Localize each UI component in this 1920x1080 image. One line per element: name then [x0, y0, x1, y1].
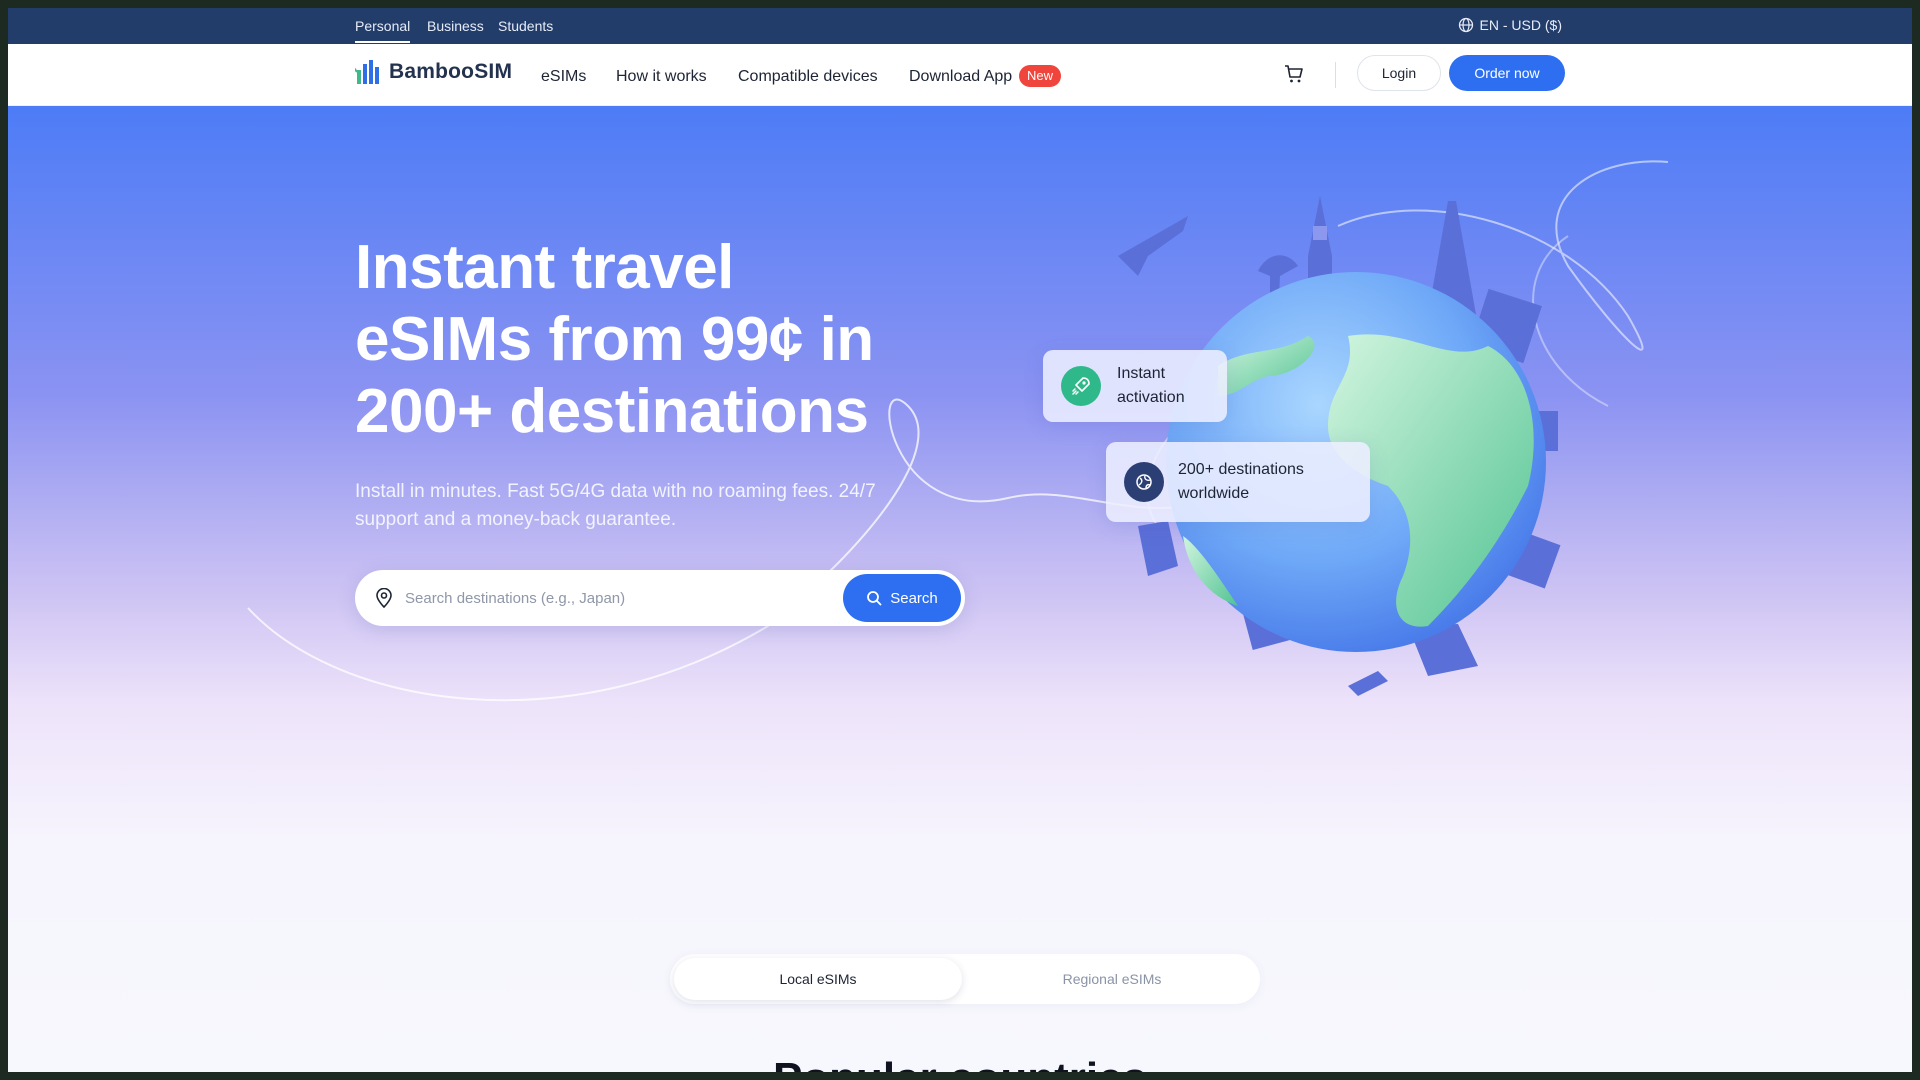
tab-local-esims[interactable]: Local eSIMs [674, 958, 962, 1000]
globe-icon [1136, 474, 1152, 490]
hero-title-line-3: 200+ destinations [355, 377, 869, 446]
feature-icon-wrap [1061, 366, 1101, 406]
segment-students[interactable]: Students [498, 18, 553, 34]
locale-label: EN - USD ($) [1479, 17, 1562, 33]
globe-icon [1458, 17, 1473, 33]
nav-esims[interactable]: eSIMs [541, 68, 586, 86]
popular-countries-title: Popular countries [8, 1054, 1912, 1072]
browser-viewport: Personal Business Students EN - USD ($) … [8, 8, 1912, 1072]
segment-personal[interactable]: Personal [355, 18, 411, 43]
feature-label-line-1: 200+ destinations [1178, 461, 1304, 478]
hero-section: Instant travel eSIMs from 99¢ in 200+ de… [8, 106, 1912, 1072]
nav-download-app[interactable]: Download App [909, 68, 1012, 86]
destination-search-input[interactable] [405, 582, 825, 614]
tab-regional-esims[interactable]: Regional eSIMs [968, 958, 1256, 1000]
hero-title-line-1: Instant travel [355, 233, 734, 302]
new-badge: New [1019, 65, 1062, 87]
header-divider [1335, 62, 1336, 88]
search-icon [867, 591, 882, 606]
hero-illustration [247, 160, 1669, 702]
rocket-icon [1072, 377, 1090, 395]
hero-subtitle: Install in minutes. Fast 5G/4G data with… [355, 481, 876, 530]
logo-text: BambooSIM [389, 60, 513, 83]
location-pin-icon [376, 588, 392, 608]
nav-how-it-works[interactable]: How it works [616, 68, 707, 86]
nav-compatible-devices[interactable]: Compatible devices [738, 68, 878, 86]
locale-selector[interactable]: EN - USD ($) [1458, 17, 1562, 33]
feature-icon-wrap [1124, 462, 1164, 502]
hero-title-line-2: eSIMs from 99¢ in [355, 305, 874, 374]
feature-destinations: 200+ destinations worldwide [1106, 442, 1370, 522]
main-header: BambooSIM eSIMs How it works Compatible … [8, 44, 1912, 106]
cart-button[interactable] [1284, 64, 1304, 89]
feature-instant-activation: Instant activation [1043, 350, 1227, 422]
login-button[interactable]: Login [1357, 55, 1441, 91]
cart-icon [1285, 65, 1303, 83]
esim-type-tabs: Local eSIMs Regional eSIMs [670, 954, 1260, 1004]
feature-label-line-2: worldwide [1178, 485, 1250, 502]
brand-logo[interactable]: BambooSIM [355, 58, 512, 86]
feature-label: Instant activation [1117, 365, 1185, 406]
search-button-label: Search [890, 589, 938, 607]
search-button[interactable]: Search [843, 574, 961, 622]
destination-search: Search [355, 570, 965, 626]
feature-label: 200+ destinations worldwide [1178, 458, 1304, 506]
hero-title: Instant travel eSIMs from 99¢ in 200+ de… [355, 232, 915, 448]
audience-bar: Personal Business Students EN - USD ($) [8, 8, 1912, 44]
bamboo-logo-icon [355, 60, 379, 84]
order-now-button[interactable]: Order now [1449, 55, 1565, 91]
segment-business[interactable]: Business [427, 18, 484, 34]
